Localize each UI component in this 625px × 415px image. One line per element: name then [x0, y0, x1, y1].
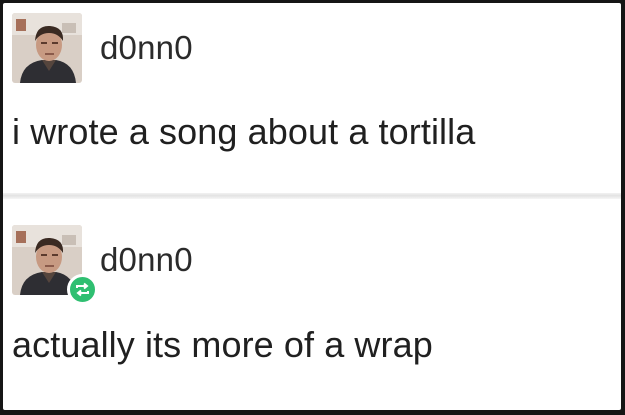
reblog-icon: [76, 282, 89, 297]
post-reblog: d0nn0 actually its more of a wrap: [3, 199, 621, 410]
screenshot-frame: d0nn0 i wrote a song about a tortilla d0…: [0, 0, 625, 415]
post-text: i wrote a song about a tortilla: [12, 111, 476, 152]
avatar-photo-icon: [12, 13, 82, 83]
post-text: actually its more of a wrap: [12, 324, 433, 365]
post-original: d0nn0 i wrote a song about a tortilla: [3, 3, 621, 193]
avatar[interactable]: [12, 13, 82, 83]
post-thread: d0nn0 i wrote a song about a tortilla d0…: [3, 3, 621, 410]
username[interactable]: d0nn0: [100, 29, 193, 67]
username[interactable]: d0nn0: [100, 241, 193, 279]
reblog-badge: [67, 274, 98, 305]
